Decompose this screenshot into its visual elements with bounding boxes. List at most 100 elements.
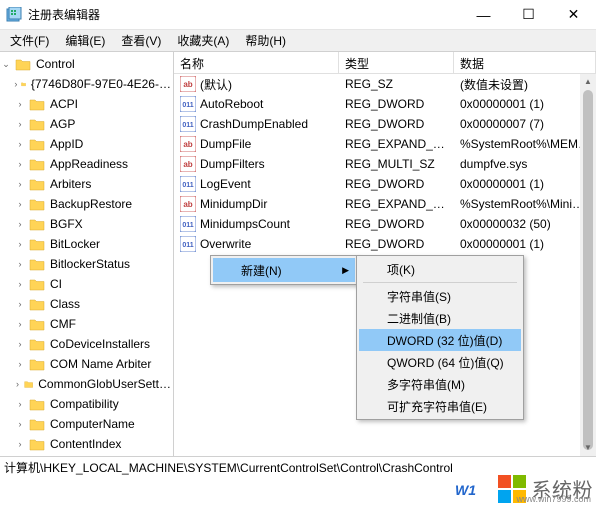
expander-icon[interactable]: › [14, 339, 26, 349]
value-row[interactable]: LogEventREG_DWORD0x00000001 (1) [174, 174, 596, 194]
value-type: REG_MULTI_SZ [339, 156, 454, 172]
expander-icon[interactable]: › [14, 399, 26, 409]
tree-item[interactable]: › BitLocker [0, 234, 173, 254]
tree-item[interactable]: ›CMF [0, 314, 173, 334]
expander-icon[interactable]: › [14, 219, 26, 229]
tree-item[interactable]: ›CI [0, 274, 173, 294]
expander-icon[interactable]: › [14, 319, 26, 329]
expander-icon[interactable]: ⌄ [0, 59, 12, 70]
string-value-icon [180, 156, 196, 172]
menu-item-value-type[interactable]: DWORD (32 位)值(D) [359, 329, 521, 351]
value-data: 0x00000001 (1) [454, 236, 596, 252]
tree-item-label: AppReadiness [48, 157, 130, 171]
menu-item-value-type[interactable]: QWORD (64 位)值(Q) [359, 351, 521, 373]
menu-item-value-type[interactable]: 多字符串值(M) [359, 373, 521, 395]
tree-item[interactable]: ›ComputerName [0, 414, 173, 434]
scroll-down-icon[interactable]: ▼ [580, 440, 596, 456]
value-name: Overwrite [200, 237, 251, 251]
value-row[interactable]: Overwrite REG_DWORD0x00000001 (1) [174, 234, 596, 254]
tree-item[interactable]: ›Class [0, 294, 173, 314]
close-button[interactable]: ✕ [551, 0, 596, 30]
expander-icon[interactable]: › [14, 119, 26, 129]
value-type: REG_EXPAND_SZ [339, 136, 454, 152]
expander-icon[interactable]: › [14, 199, 26, 209]
menu-view[interactable]: 查看(V) [113, 30, 169, 51]
menu-favorites[interactable]: 收藏夹(A) [169, 30, 237, 51]
expander-icon[interactable]: › [14, 79, 18, 89]
value-data: (数值未设置) [454, 75, 596, 94]
tree-item-label: CoDeviceInstallers [48, 337, 152, 351]
submenu-arrow-icon: ▶ [342, 265, 349, 276]
menu-help[interactable]: 帮助(H) [237, 30, 294, 51]
tree-item[interactable]: ›BGFX [0, 214, 173, 234]
titlebar: 注册表编辑器 — ☐ ✕ [0, 0, 596, 30]
value-name: MinidumpDir [200, 197, 267, 211]
value-row[interactable]: (默认)REG_SZ(数值未设置) [174, 74, 596, 94]
expander-icon[interactable]: › [14, 99, 26, 109]
value-row[interactable]: DumpFiltersREG_MULTI_SZdumpfve.sys [174, 154, 596, 174]
value-type: REG_DWORD [339, 116, 454, 132]
expander-icon[interactable]: › [14, 179, 26, 189]
tree-item-label: COM Name Arbiter [48, 357, 153, 371]
tree-pane[interactable]: ⌄Control›{7746D80F-97E0-4E26-…›ACPI›AGP›… [0, 52, 174, 456]
value-data: %SystemRoot%\MEM… [454, 136, 596, 152]
tree-item-label: ACPI [48, 97, 80, 111]
menu-item-value-type[interactable]: 字符串值(S) [359, 285, 521, 307]
value-name: CrashDumpEnabled [200, 117, 308, 131]
tree-item[interactable]: ›CommonGlobUserSett… [0, 374, 173, 394]
tree-item[interactable]: › COM Name Arbiter [0, 354, 173, 374]
menu-item-value-type[interactable]: 二进制值(B) [359, 307, 521, 329]
tree-item[interactable]: ›ContentIndex [0, 434, 173, 454]
expander-icon[interactable]: › [14, 139, 26, 149]
minimize-button[interactable]: — [461, 0, 506, 30]
col-type[interactable]: 类型 [339, 52, 454, 73]
expander-icon[interactable]: › [14, 299, 26, 309]
dword-value-icon [180, 96, 196, 112]
tree-item[interactable]: › BitlockerStatus [0, 254, 173, 274]
tree-item[interactable]: ›BackupRestore [0, 194, 173, 214]
expander-icon[interactable]: › [14, 379, 21, 389]
expander-icon[interactable]: › [14, 439, 26, 449]
tree-item[interactable]: ›Compatibility [0, 394, 173, 414]
expander-icon[interactable]: › [14, 419, 26, 429]
value-row[interactable]: CrashDumpEnabledREG_DWORD0x00000007 (7) [174, 114, 596, 134]
menu-item-key[interactable]: 项(K) [359, 258, 521, 280]
value-row[interactable]: DumpFileREG_EXPAND_SZ%SystemRoot%\MEM… [174, 134, 596, 154]
value-name: MinidumpsCount [200, 217, 290, 231]
tree-item-label: {7746D80F-97E0-4E26-… [29, 77, 173, 91]
expander-icon[interactable]: › [14, 279, 26, 289]
tree-item-label: AppID [48, 137, 85, 151]
context-menu-new: 新建(N) ▶ [210, 255, 358, 285]
menu-edit[interactable]: 编辑(E) [57, 30, 113, 51]
expander-icon[interactable]: › [14, 359, 26, 369]
tree-item[interactable]: › CoDeviceInstallers [0, 334, 173, 354]
expander-icon[interactable]: › [14, 159, 26, 169]
value-data: dumpfve.sys [454, 156, 596, 172]
col-name[interactable]: 名称 [174, 52, 339, 73]
scroll-up-icon[interactable]: ▲ [580, 74, 596, 90]
expander-icon[interactable]: › [14, 259, 26, 269]
menu-item-value-type[interactable]: 可扩充字符串值(E) [359, 395, 521, 417]
maximize-button[interactable]: ☐ [506, 0, 551, 30]
tree-item[interactable]: ⌄CrashControl [0, 454, 173, 456]
tree-item[interactable]: › AppID [0, 134, 173, 154]
tree-item[interactable]: ⌄Control [0, 54, 173, 74]
tree-item-label: BitlockerStatus [48, 257, 132, 271]
value-row[interactable]: AutoRebootREG_DWORD0x00000001 (1) [174, 94, 596, 114]
value-row[interactable]: MinidumpsCountREG_DWORD0x00000032 (50) [174, 214, 596, 234]
value-type: REG_DWORD [339, 236, 454, 252]
list-scrollbar[interactable]: ▲ ▼ [580, 74, 596, 456]
menu-item-new[interactable]: 新建(N) ▶ [213, 258, 355, 282]
tree-item[interactable]: ›Arbiters [0, 174, 173, 194]
tree-item[interactable]: › ACPI [0, 94, 173, 114]
expander-icon[interactable]: › [14, 239, 26, 249]
scroll-thumb[interactable] [583, 90, 593, 450]
menu-file[interactable]: 文件(F) [2, 30, 57, 51]
col-data[interactable]: 数据 [454, 52, 596, 73]
value-row[interactable]: MinidumpDirREG_EXPAND_SZ%SystemRoot%\Min… [174, 194, 596, 214]
tree-item[interactable]: › {7746D80F-97E0-4E26-… [0, 74, 173, 94]
tree-item-label: BitLocker [48, 237, 102, 251]
tree-item[interactable]: › AppReadiness [0, 154, 173, 174]
tree-item[interactable]: › AGP [0, 114, 173, 134]
tree-item-label: AGP [48, 117, 77, 131]
